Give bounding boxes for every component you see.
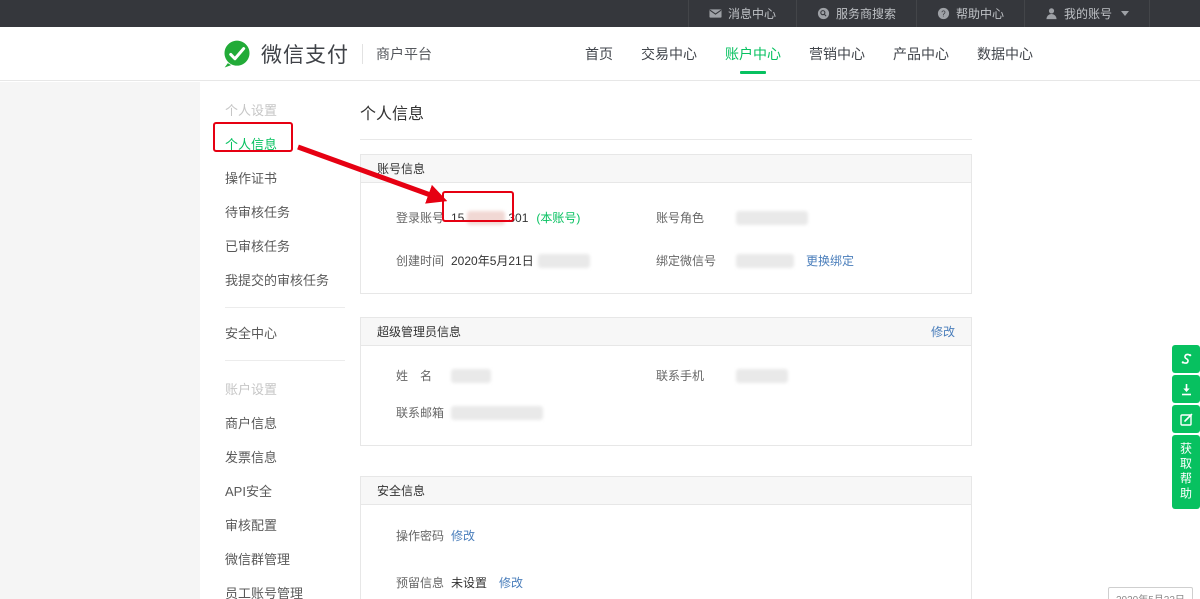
topbar: 消息中心 服务商搜索 ? 帮助中心 我的账号 [0, 0, 1200, 27]
get-help-button[interactable]: 获取帮助 [1172, 435, 1200, 509]
admin-edit-link[interactable]: 修改 [931, 323, 955, 340]
contact-phone-label: 联系手机 [656, 367, 736, 384]
created-time-value: 2020年5月21日 [451, 252, 534, 269]
current-account-note: (本账号) [536, 209, 580, 226]
sidebar-divider [225, 360, 345, 361]
nav-item-home[interactable]: 首页 [585, 44, 613, 64]
admin-name-label: 姓 名 [396, 367, 451, 384]
wechat-pay-logo-icon [222, 39, 252, 69]
sidebar-group-title-personal: 个人设置 [225, 100, 345, 119]
svg-text:?: ? [941, 9, 946, 18]
help-icon: ? [937, 7, 950, 20]
sidebar-item-reviewed-tasks[interactable]: 已审核任务 [225, 236, 345, 255]
account-card-body: 登录账号 15 301 (本账号) 账号角色 [361, 183, 971, 293]
security-info-card: 安全信息 操作密码 修改 预留信息 未设置 修改 预留 [360, 476, 972, 599]
account-role-label: 账号角色 [656, 209, 736, 226]
security-card-body: 操作密码 修改 预留信息 未设置 修改 预留信息是由你自己设置的一段文字，用来鉴… [361, 505, 971, 599]
sidebar-item-api-security[interactable]: API安全 [225, 481, 345, 500]
topbar-item-help[interactable]: ? 帮助中心 [916, 0, 1024, 27]
account-info-card: 账号信息 登录账号 15 301 (本账号) 账号角色 [360, 154, 972, 294]
sidebar-item-personal-info[interactable]: 个人信息 [225, 134, 345, 153]
login-account-prefix: 15 [451, 211, 464, 225]
admin-card-title: 超级管理员信息 [377, 323, 461, 340]
sidebar-item-wechat-group-mgmt[interactable]: 微信群管理 [225, 549, 345, 568]
redacted-wechat-id [736, 254, 794, 268]
nav-item-marketing-center[interactable]: 营销中心 [809, 44, 865, 64]
brand-name: 微信支付 [261, 39, 349, 69]
nav-item-transaction-center[interactable]: 交易中心 [641, 44, 697, 64]
sidebar: 个人设置 个人信息 操作证书 待审核任务 已审核任务 我提交的审核任务 安全中心… [200, 82, 345, 599]
redacted-account-role [736, 211, 808, 225]
floating-toolbar: 获取帮助 [1172, 345, 1200, 509]
page-title: 个人信息 [360, 81, 972, 124]
security-card-title: 安全信息 [377, 482, 425, 499]
nav-item-data-center[interactable]: 数据中心 [977, 44, 1033, 64]
edit-icon [1179, 412, 1194, 427]
brand-subtitle: 商户平台 [376, 44, 432, 64]
header: 微信支付 商户平台 首页 交易中心 账户中心 营销中心 产品中心 数据中心 [0, 27, 1200, 81]
created-time-label: 创建时间 [396, 252, 451, 269]
topbar-item-label: 我的账号 [1064, 5, 1112, 22]
title-divider [360, 139, 972, 140]
search-icon [817, 7, 830, 20]
password-modify-link[interactable]: 修改 [451, 527, 475, 544]
sidebar-item-pending-review-tasks[interactable]: 待审核任务 [225, 202, 345, 221]
chevron-down-icon [1121, 11, 1129, 16]
topbar-item-label: 帮助中心 [956, 5, 1004, 22]
link-icon [1179, 352, 1194, 367]
reserved-info-status: 未设置 [451, 574, 487, 591]
change-binding-link[interactable]: 更换绑定 [806, 252, 854, 269]
operation-password-label: 操作密码 [396, 527, 451, 544]
topbar-item-service-search[interactable]: 服务商搜索 [796, 0, 916, 27]
download-button[interactable] [1172, 375, 1200, 403]
sidebar-item-security-center[interactable]: 安全中心 [225, 323, 345, 342]
topbar-item-messages[interactable]: 消息中心 [688, 0, 796, 27]
redacted-login-digits [467, 211, 505, 225]
reserved-info-label: 预留信息 [396, 574, 451, 591]
login-account-value: 15 301 [451, 211, 528, 225]
security-card-header: 安全信息 [361, 477, 971, 505]
login-account-suffix: 301 [508, 211, 528, 225]
left-gutter [0, 82, 200, 599]
sidebar-item-merchant-info[interactable]: 商户信息 [225, 413, 345, 432]
admin-card-header: 超级管理员信息 修改 [361, 318, 971, 346]
nav-item-account-center[interactable]: 账户中心 [725, 44, 781, 64]
redacted-admin-name [451, 369, 491, 383]
redacted-contact-phone [736, 369, 788, 383]
brand: 微信支付 商户平台 [222, 27, 432, 81]
sidebar-item-staff-account-mgmt[interactable]: 员工账号管理 [225, 583, 345, 599]
reserved-modify-link[interactable]: 修改 [499, 574, 523, 591]
topbar-item-my-account[interactable]: 我的账号 [1024, 0, 1150, 27]
sidebar-group-title-account: 账户设置 [225, 379, 345, 398]
admin-info-card: 超级管理员信息 修改 姓 名 联系手机 联系邮箱 [360, 317, 972, 446]
topbar-item-label: 服务商搜索 [836, 5, 896, 22]
quick-link-button[interactable] [1172, 345, 1200, 373]
login-account-label: 登录账号 [396, 209, 451, 226]
bound-wechat-label: 绑定微信号 [656, 252, 736, 269]
sidebar-item-review-config[interactable]: 审核配置 [225, 515, 345, 534]
mail-icon [709, 7, 722, 20]
redacted-contact-email [451, 406, 543, 420]
nav-item-product-center[interactable]: 产品中心 [893, 44, 949, 64]
contact-email-label: 联系邮箱 [396, 404, 451, 421]
account-card-title: 账号信息 [377, 160, 425, 177]
user-icon [1045, 7, 1058, 20]
redacted-created-time [538, 254, 590, 268]
sidebar-item-my-submitted-tasks[interactable]: 我提交的审核任务 [225, 270, 345, 289]
sidebar-item-operation-cert[interactable]: 操作证书 [225, 168, 345, 187]
sidebar-divider [225, 307, 345, 308]
wechat-pay-merchant-platform: 消息中心 服务商搜索 ? 帮助中心 我的账号 [0, 0, 1200, 599]
sidebar-item-invoice-info[interactable]: 发票信息 [225, 447, 345, 466]
topbar-item-label: 消息中心 [728, 5, 776, 22]
date-tooltip: 2020年5月22日 [1108, 587, 1193, 599]
main-nav: 首页 交易中心 账户中心 营销中心 产品中心 数据中心 [585, 27, 1033, 81]
feedback-button[interactable] [1172, 405, 1200, 433]
download-icon [1179, 382, 1194, 397]
admin-card-body: 姓 名 联系手机 联系邮箱 [361, 346, 971, 445]
brand-divider [362, 44, 363, 64]
main-content: 个人信息 账号信息 登录账号 15 301 (本账号) [360, 81, 972, 599]
account-card-header: 账号信息 [361, 155, 971, 183]
